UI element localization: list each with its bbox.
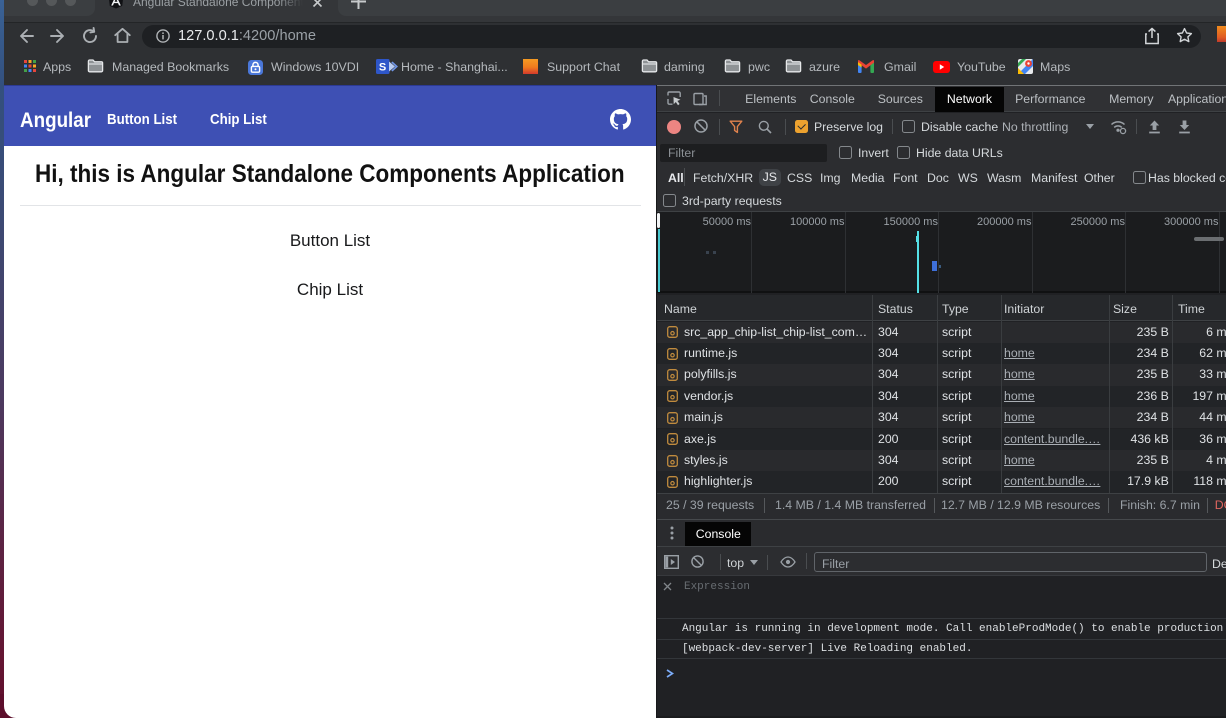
- svg-text:S: S: [379, 62, 386, 74]
